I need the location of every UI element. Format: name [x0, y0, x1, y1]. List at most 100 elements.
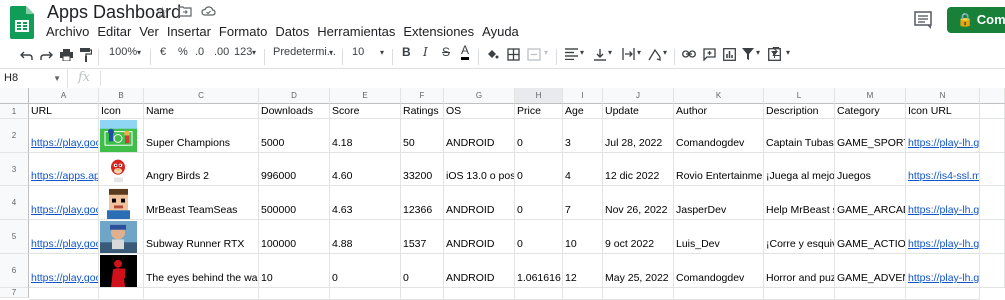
cell-downloads[interactable]: 996000 [259, 153, 330, 186]
cell-category[interactable]: Juegos [835, 153, 906, 186]
cell-ratings[interactable]: 1537 [401, 220, 444, 254]
borders-icon[interactable] [507, 48, 520, 61]
filter-icon[interactable] [742, 48, 754, 60]
cell-category[interactable]: GAME_ADVENT [835, 254, 906, 288]
row-header[interactable]: 6 [0, 254, 29, 288]
menu-datos[interactable]: Datos [275, 24, 309, 39]
text-wrapping-dropdown-icon[interactable]: ▾ [637, 48, 641, 57]
row-header[interactable]: 7 [0, 288, 29, 298]
menu-extensiones[interactable]: Extensiones [403, 24, 474, 39]
paint-format-icon[interactable] [80, 48, 92, 62]
empty-cell[interactable] [563, 288, 603, 300]
undo-icon[interactable] [20, 49, 33, 61]
text-rotation-dropdown-icon[interactable]: ▾ [663, 48, 667, 57]
horizontal-align-icon[interactable] [565, 48, 578, 60]
empty-cell[interactable] [835, 288, 906, 300]
redo-icon[interactable] [40, 49, 53, 61]
cell-url[interactable]: https://play.goog [29, 254, 99, 288]
cell-description[interactable]: Horror and puzzl [764, 254, 835, 288]
empty-cell[interactable] [144, 288, 259, 300]
insert-link-icon[interactable] [682, 48, 696, 60]
empty-cell[interactable] [674, 288, 764, 300]
font-size-dropdown-icon[interactable]: ▾ [380, 48, 384, 57]
empty-cell[interactable] [259, 288, 330, 300]
row-header[interactable]: 5 [0, 220, 29, 254]
header-cell-os[interactable]: OS [444, 104, 515, 119]
cell-category[interactable]: GAME_ARCADE [835, 186, 906, 220]
zoom-select[interactable]: 100% [109, 46, 137, 58]
empty-cell[interactable] [99, 288, 144, 300]
text-color-button[interactable]: A [461, 44, 470, 60]
cell-score[interactable]: 4.63 [330, 186, 401, 220]
column-header-c[interactable]: C [144, 88, 259, 104]
more-formats-dropdown-icon[interactable]: ▾ [252, 48, 256, 57]
menu-ayuda[interactable]: Ayuda [482, 24, 519, 39]
cell-ratings[interactable]: 12366 [401, 186, 444, 220]
cell-name[interactable]: The eyes behind the wall [144, 254, 259, 288]
cell-price[interactable]: 1.061616 [515, 254, 563, 288]
header-cell-author[interactable]: Author [674, 104, 764, 119]
header-cell-ratings[interactable]: Ratings [401, 104, 444, 119]
vertical-align-icon[interactable] [594, 48, 606, 61]
cell-author[interactable]: Comandogdev [674, 119, 764, 153]
cell-price[interactable]: 0 [515, 153, 563, 186]
column-header-i[interactable]: I [563, 88, 603, 104]
empty-cell[interactable] [515, 288, 563, 300]
row-header[interactable]: 2 [0, 119, 29, 153]
sheets-logo-icon[interactable] [10, 6, 34, 39]
cell-score[interactable]: 4.60 [330, 153, 401, 186]
header-cell-url[interactable]: URL [29, 104, 99, 119]
horizontal-align-dropdown-icon[interactable]: ▾ [580, 48, 584, 57]
cell-score[interactable]: 4.18 [330, 119, 401, 153]
merge-cells-icon[interactable] [527, 48, 543, 61]
cell-icon-url[interactable]: https://play-lh.googleus [906, 254, 980, 288]
cell-author[interactable]: Luis_Dev [674, 220, 764, 254]
cell-url[interactable]: https://apps.appl [29, 153, 99, 186]
cell-ratings[interactable]: 33200 [401, 153, 444, 186]
header-cell-price[interactable]: Price [515, 104, 563, 119]
menu-ver[interactable]: Ver [139, 24, 159, 39]
print-icon[interactable] [60, 49, 73, 61]
cell-age[interactable]: 3 [563, 119, 603, 153]
select-all-corner[interactable] [0, 88, 29, 104]
insert-chart-icon[interactable] [723, 48, 736, 61]
empty-cell[interactable] [980, 104, 1005, 119]
header-cell-name[interactable]: Name [144, 104, 259, 119]
more-formats-button[interactable]: 123 [234, 46, 252, 58]
column-header-b[interactable]: B [99, 88, 144, 104]
name-box-dropdown-icon[interactable]: ▼ [53, 69, 61, 88]
row-header[interactable]: 4 [0, 186, 29, 220]
cell-ratings[interactable]: 50 [401, 119, 444, 153]
zoom-dropdown-icon[interactable]: ▾ [137, 48, 141, 57]
fill-color-icon[interactable] [486, 48, 499, 61]
menu-archivo[interactable]: Archivo [46, 24, 89, 39]
header-cell-downloads[interactable]: Downloads [259, 104, 330, 119]
empty-cell[interactable] [29, 288, 99, 300]
column-header-l[interactable]: L [764, 88, 835, 104]
row-header[interactable]: 1 [0, 104, 29, 119]
text-rotation-icon[interactable] [648, 48, 661, 61]
column-header-j[interactable]: J [603, 88, 674, 104]
cell-name[interactable]: Subway Runner RTX [144, 220, 259, 254]
menu-editar[interactable]: Editar [97, 24, 131, 39]
cell-update[interactable]: 12 dic 2022 [603, 153, 674, 186]
column-header-n[interactable]: N [906, 88, 980, 104]
cell-age[interactable]: 7 [563, 186, 603, 220]
column-header-e[interactable]: E [330, 88, 401, 104]
cell-name[interactable]: Super Champions [144, 119, 259, 153]
italic-button[interactable]: I [423, 45, 428, 59]
move-folder-icon[interactable] [177, 4, 192, 18]
star-icon[interactable]: ☆ [156, 4, 169, 21]
column-header-m[interactable]: M [835, 88, 906, 104]
font-dropdown-icon[interactable]: ▾ [329, 48, 333, 57]
cell-description[interactable]: Help MrBeast sa [764, 186, 835, 220]
cell-os[interactable]: ANDROID [444, 119, 515, 153]
menu-herramientas[interactable]: Herramientas [317, 24, 395, 39]
cell-downloads[interactable]: 100000 [259, 220, 330, 254]
font-select[interactable]: Predetermi... [273, 46, 336, 58]
header-cell-description[interactable]: Description [764, 104, 835, 119]
decrease-decimals-button[interactable]: .0 [195, 46, 204, 58]
cell-icon-url[interactable]: https://play-lh.googleus [906, 220, 980, 254]
cell-url[interactable]: https://play.goog [29, 220, 99, 254]
empty-cell[interactable] [980, 119, 1005, 153]
